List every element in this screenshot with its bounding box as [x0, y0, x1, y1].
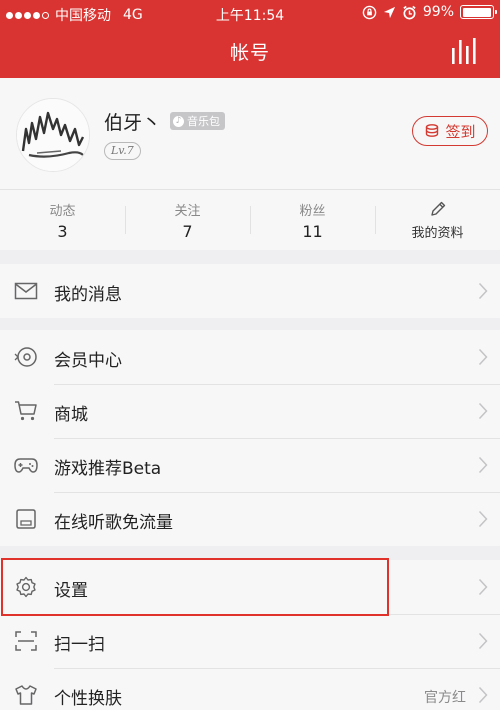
level-badge[interactable]: Lv.7 — [104, 142, 141, 160]
status-bar: 中国移动 4G 上午11:54 99% — [0, 0, 500, 26]
envelope-icon — [14, 282, 38, 300]
alarm-icon — [403, 5, 416, 19]
stats-bar: 动态 3 关注 7 粉丝 11 我的资料 — [0, 190, 500, 250]
tshirt-icon — [15, 685, 37, 705]
app-header: 中国移动 4G 上午11:54 99% 帐号 — [0, 0, 500, 78]
services-group: 会员中心 商城 游戏推荐Beta 在线听歌免流量 — [0, 330, 500, 546]
stat-following-value: 7 — [182, 221, 193, 241]
scan-icon — [15, 631, 37, 651]
avatar-image — [17, 99, 89, 171]
page-title: 帐号 — [229, 42, 270, 64]
menu-item-settings[interactable]: 设置 — [0, 560, 500, 614]
music-chart-icon[interactable] — [450, 36, 482, 66]
theme-value: 官方红 — [424, 690, 466, 706]
edit-profile-button[interactable]: 我的资料 — [375, 190, 500, 250]
stat-following-label: 关注 — [174, 203, 201, 219]
battery-percent: 99% — [422, 4, 454, 20]
chevron-right-icon — [478, 578, 488, 596]
menu-item-free-traffic-label: 在线听歌免流量 — [54, 513, 173, 533]
music-package-label: 音乐包 — [187, 115, 220, 128]
chevron-right-icon — [478, 510, 488, 528]
stat-following[interactable]: 关注 7 — [125, 190, 250, 250]
gamepad-icon — [14, 458, 38, 473]
stat-followers[interactable]: 粉丝 11 — [250, 190, 375, 250]
sim-card-icon — [16, 509, 36, 529]
coins-icon — [426, 124, 439, 137]
stat-posts[interactable]: 动态 3 — [0, 190, 125, 250]
stat-posts-value: 3 — [57, 221, 68, 241]
stat-posts-label: 动态 — [49, 203, 76, 219]
menu-item-games-label: 游戏推荐Beta — [54, 459, 162, 479]
edit-profile-label: 我的资料 — [411, 225, 464, 241]
menu-item-store[interactable]: 商城 — [0, 384, 500, 438]
menu-item-theme[interactable]: 个性换肤 官方红 — [0, 668, 500, 710]
menu-item-store-label: 商城 — [54, 405, 88, 425]
profile-card: 伯牙丶 ♪ 音乐包 Lv.7 签到 动态 3 关注 7 粉丝 11 我的资料 — [0, 78, 500, 250]
chevron-right-icon — [478, 282, 488, 300]
stat-followers-label: 粉丝 — [299, 203, 326, 219]
rotation-lock-icon — [362, 5, 377, 19]
menu-item-free-traffic[interactable]: 在线听歌免流量 — [0, 492, 500, 546]
checkin-label: 签到 — [445, 122, 476, 141]
pencil-icon — [430, 201, 445, 216]
stat-followers-value: 11 — [302, 221, 323, 241]
menu-item-theme-label: 个性换肤 — [54, 689, 122, 709]
menu-item-scan-label: 扫一扫 — [54, 635, 105, 655]
battery-icon — [460, 5, 497, 19]
menu-item-member-center-label: 会员中心 — [54, 351, 122, 371]
music-note-icon: ♪ — [173, 115, 184, 127]
menu-item-messages-label: 我的消息 — [54, 285, 122, 305]
chevron-right-icon — [478, 456, 488, 474]
chevron-right-icon — [478, 686, 488, 704]
avatar[interactable] — [16, 98, 90, 172]
menu-item-scan[interactable]: 扫一扫 — [0, 614, 500, 668]
gear-icon — [16, 576, 36, 598]
chevron-right-icon — [478, 632, 488, 650]
user-name[interactable]: 伯牙丶 — [104, 108, 161, 135]
menu-item-member-center[interactable]: 会员中心 — [0, 330, 500, 384]
menu-item-settings-label: 设置 — [54, 581, 88, 601]
music-package-badge[interactable]: ♪ 音乐包 — [170, 112, 225, 130]
checkin-button[interactable]: 签到 — [412, 116, 488, 146]
menu-item-messages[interactable]: 我的消息 — [0, 264, 500, 318]
shopping-cart-icon — [15, 401, 37, 421]
tools-group: 设置 扫一扫 个性换肤 官方红 — [0, 560, 500, 710]
location-icon — [383, 6, 395, 18]
vinyl-disc-icon — [14, 347, 37, 367]
chevron-right-icon — [478, 348, 488, 366]
menu-item-games[interactable]: 游戏推荐Beta — [0, 438, 500, 492]
chevron-right-icon — [478, 402, 488, 420]
status-right: 99% — [362, 4, 497, 20]
messages-group: 我的消息 — [0, 264, 500, 318]
